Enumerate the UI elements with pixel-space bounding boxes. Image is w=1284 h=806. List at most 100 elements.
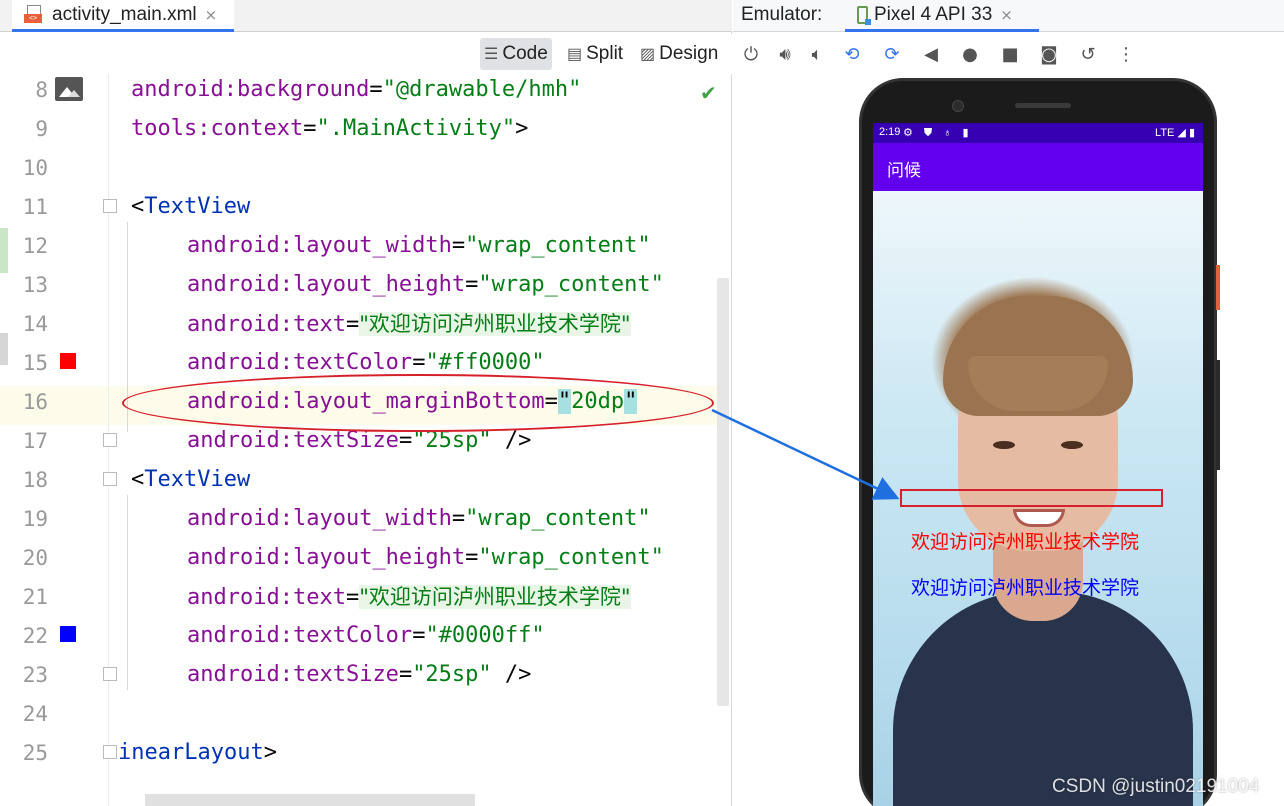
app-title: 问候	[887, 161, 921, 181]
fold-marker[interactable]	[103, 745, 117, 759]
line-number: 22	[22, 624, 48, 648]
annotation-ellipse	[122, 374, 714, 432]
vcs-change-marker[interactable]	[0, 333, 8, 365]
fold-marker[interactable]	[103, 199, 117, 213]
drawable-preview-icon[interactable]	[55, 77, 83, 101]
code-token: textColor	[292, 350, 413, 375]
back-icon[interactable]: ◀	[920, 44, 942, 66]
code-token: background	[236, 77, 370, 102]
status-time: 2:19	[879, 126, 901, 138]
color-swatch-blue[interactable]	[60, 626, 76, 642]
line-number: 11	[22, 195, 48, 219]
home-icon[interactable]: ●	[959, 44, 981, 66]
device-screen[interactable]: 2:19 ⚙ ⛊ ♁ ▮ LTE ◢ ▮ 问候 欢迎访问泸州职业技术学院 欢迎访…	[873, 123, 1203, 806]
phone-speaker	[1015, 103, 1071, 108]
file-tab-title: activity_main.xml	[52, 3, 197, 25]
code-token: TextView	[144, 467, 251, 492]
rotate-right-icon[interactable]: ⟳	[881, 44, 903, 66]
editor-tab-bar: <> activity_main.xml ×	[0, 0, 732, 32]
fold-marker[interactable]	[103, 667, 117, 681]
code-token: <	[131, 467, 145, 492]
line-number: 9	[35, 117, 48, 141]
close-tab-icon[interactable]: ×	[205, 6, 218, 24]
code-token: "wrap_content"	[465, 233, 651, 258]
code-text: tools:context=".MainActivity">	[131, 113, 528, 145]
code-token: "欢迎访问泸州职业技术学院"	[359, 585, 631, 609]
design-view-button[interactable]: ▨ Design	[636, 38, 722, 70]
code-token: "#ff0000"	[425, 350, 545, 375]
code-token: "欢迎访问泸州职业技术学院"	[359, 312, 631, 336]
code-token: text	[292, 585, 346, 610]
code-token: />	[491, 428, 532, 453]
volume-up-icon[interactable]: 🔊︎	[774, 44, 796, 66]
code-token: android:	[187, 350, 293, 375]
code-token: android:	[187, 623, 293, 648]
line-number: 21	[22, 585, 48, 609]
code-token: ".MainActivity"	[316, 116, 516, 141]
annotation-margin-box	[900, 489, 1163, 507]
line-number: 13	[22, 273, 48, 297]
code-view-button[interactable]: ☰ Code	[480, 38, 552, 70]
line-number: 24	[22, 702, 48, 726]
code-token: =	[303, 116, 317, 141]
rotate-left-icon[interactable]: ⟲	[841, 44, 863, 66]
split-view-button[interactable]: ▤ Split	[563, 38, 627, 70]
code-token: context	[210, 116, 304, 141]
device-tab-title: Pixel 4 API 33	[874, 3, 993, 25]
code-text: android:layout_width="wrap_content"	[187, 503, 651, 535]
code-token: layout_height	[292, 545, 466, 570]
code-token: "wrap_content"	[478, 545, 664, 570]
code-token: layout_height	[292, 272, 466, 297]
line-number: 23	[22, 663, 48, 687]
fold-marker[interactable]	[103, 433, 117, 447]
code-text: android:layout_height="wrap_content"	[187, 269, 664, 301]
horizontal-scrollbar[interactable]	[145, 794, 475, 806]
code-text: android:layout_width="wrap_content"	[187, 230, 651, 262]
code-token: android:	[131, 77, 237, 102]
code-text: <TextView	[131, 191, 250, 223]
more-icon[interactable]: ⋮	[1115, 44, 1137, 66]
overview-icon[interactable]: ■	[999, 44, 1021, 66]
code-text: android:layout_height="wrap_content"	[187, 542, 664, 574]
screenshot-icon[interactable]: ◙	[1038, 44, 1060, 66]
code-token: android:	[187, 312, 293, 337]
code-token: "wrap_content"	[465, 506, 651, 531]
code-token: "#0000ff"	[425, 623, 545, 648]
close-tab-icon[interactable]: ×	[1000, 6, 1013, 24]
code-token: =	[465, 545, 479, 570]
vcs-change-marker[interactable]	[0, 228, 8, 273]
code-token: =	[412, 623, 426, 648]
volume-down-icon[interactable]: 🔈︎	[806, 44, 828, 66]
device-tab-pixel4[interactable]: Pixel 4 API 33 ×	[845, 0, 1039, 32]
code-token: layout_width	[292, 233, 452, 258]
code-text: inearLayout>	[118, 737, 277, 769]
split-view-label: Split	[586, 43, 624, 64]
vertical-scrollbar[interactable]	[717, 278, 729, 706]
code-token: text	[292, 312, 346, 337]
line-number: 18	[22, 468, 48, 492]
phone-camera	[952, 100, 964, 112]
code-token: =	[451, 506, 466, 531]
phone-side-button[interactable]	[1216, 360, 1220, 470]
snapshot-icon[interactable]: ↺	[1077, 44, 1099, 66]
code-token: tools:	[131, 116, 211, 141]
file-tab-activity-main[interactable]: <> activity_main.xml ×	[12, 0, 234, 32]
power-icon[interactable]: ⏻	[740, 44, 762, 66]
code-token: =	[451, 233, 466, 258]
color-swatch-red[interactable]	[60, 353, 76, 369]
code-token: =	[398, 662, 413, 687]
code-token: textColor	[292, 623, 413, 648]
code-token: android:	[187, 545, 293, 570]
line-number: 10	[22, 156, 48, 180]
code-token: android:	[187, 506, 293, 531]
split-icon: ▤	[567, 46, 583, 63]
status-network: LTE ◢ ▮	[1155, 127, 1195, 139]
phone-side-button[interactable]	[1216, 265, 1220, 310]
line-number: 17	[22, 429, 48, 453]
watermark: CSDN @justin02191004	[1052, 776, 1260, 797]
inspection-ok-icon[interactable]: ✔	[700, 81, 717, 105]
code-token: android:	[187, 428, 293, 453]
code-token: />	[491, 662, 532, 687]
code-text: android:textSize="25sp" />	[187, 659, 531, 691]
fold-marker[interactable]	[103, 472, 117, 486]
